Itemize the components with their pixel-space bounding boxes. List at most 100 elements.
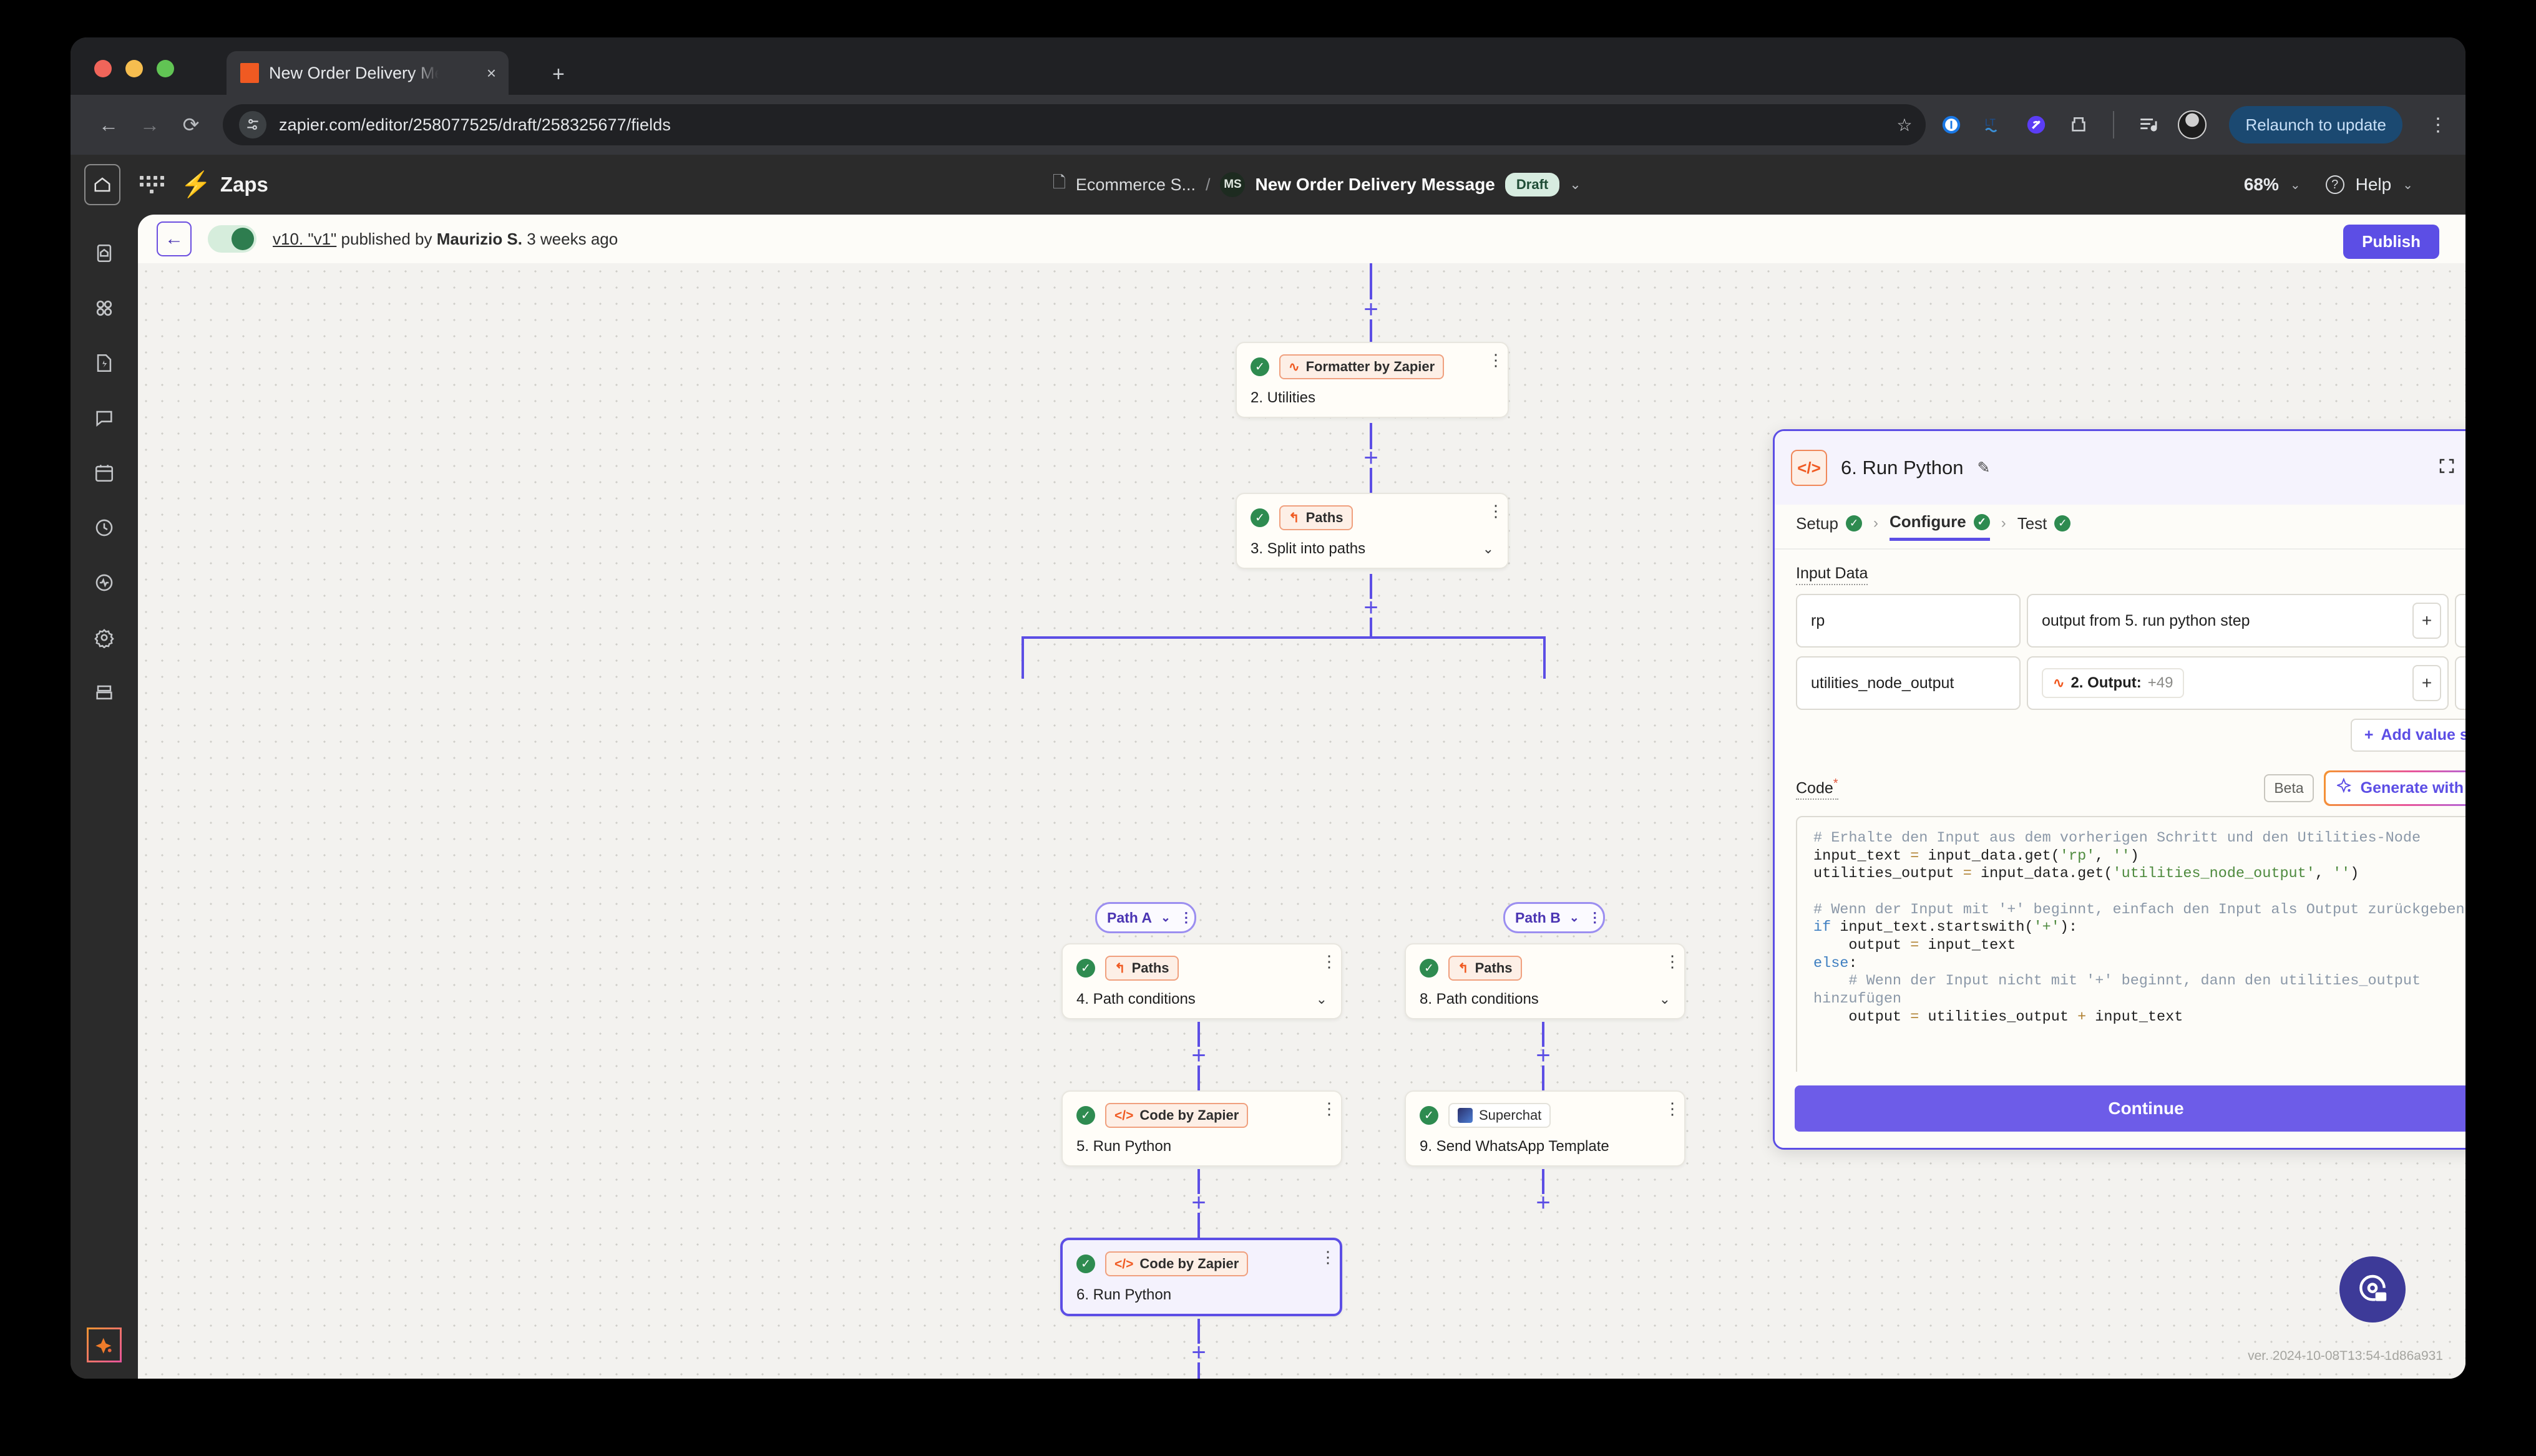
status-check-icon: ✓ — [1076, 1255, 1095, 1273]
insert-field-button[interactable]: + — [2412, 665, 2441, 701]
browser-tab[interactable]: New Order Delivery Message × — [227, 51, 509, 95]
sidebar-item-settings[interactable] — [87, 620, 122, 655]
bookmark-star-icon[interactable]: ☆ — [1896, 115, 1912, 135]
remove-row-button[interactable]: × — [2455, 594, 2465, 648]
flow-node-5[interactable]: ✓ </> Code by Zapier ⋮ 5. Run Python — [1061, 1090, 1342, 1167]
help-circle-icon[interactable]: ? — [2325, 175, 2344, 194]
add-step-button[interactable]: + — [1363, 595, 1378, 620]
path-label: Path A — [1107, 909, 1152, 926]
profile-avatar[interactable] — [2178, 110, 2207, 139]
chevron-down-icon[interactable]: ⌄ — [1569, 911, 1579, 925]
flow-node-9[interactable]: ✓ Superchat ⋮ 9. Send WhatsApp Template — [1405, 1090, 1685, 1167]
tab-setup[interactable]: Setup ✓ — [1796, 514, 1862, 540]
add-step-button[interactable]: + — [1363, 297, 1378, 322]
input-value-field[interactable]: ∿ 2. Output: +49 + — [2027, 656, 2449, 710]
extensions-puzzle-icon[interactable] — [2065, 112, 2092, 138]
chevron-down-icon[interactable]: ⌄ — [1161, 911, 1171, 925]
add-step-button[interactable]: + — [1191, 1340, 1206, 1365]
continue-button[interactable]: Continue — [1795, 1085, 2465, 1132]
chevron-down-icon[interactable]: ⌄ — [1659, 991, 1670, 1007]
app-chip-label: Paths — [1305, 510, 1344, 525]
new-tab-button[interactable]: + — [552, 64, 565, 85]
path-pill-a[interactable]: Path A ⌄ ⋮ — [1095, 902, 1196, 933]
breadcrumb-project[interactable]: Ecommerce S... — [1076, 175, 1196, 195]
relaunch-to-update-button[interactable]: Relaunch to update — [2229, 106, 2402, 143]
panel-body[interactable]: Input Data rp output from 5. run python … — [1775, 550, 2465, 1099]
minimize-window-button[interactable] — [125, 60, 143, 77]
publish-button[interactable]: Publish — [2343, 225, 2439, 259]
ai-sparkle-icon[interactable] — [87, 1327, 122, 1362]
close-icon[interactable]: × — [487, 65, 496, 81]
address-bar[interactable]: zapier.com/editor/258077525/draft/258325… — [223, 104, 1926, 145]
status-check-icon: ✓ — [1251, 357, 1269, 376]
app-switcher-icon[interactable] — [137, 176, 167, 193]
onepassword-extension-icon[interactable] — [1938, 112, 1964, 138]
code-editor[interactable]: # Erhalte den Input aus dem vorherigen S… — [1796, 816, 2465, 1090]
chevron-down-icon[interactable]: ⌄ — [1569, 177, 1581, 193]
languagetool-extension-icon[interactable]: LT — [1981, 112, 2007, 138]
node-menu-icon[interactable]: ⋮ — [1320, 1249, 1336, 1264]
reload-icon[interactable]: ⟳ — [172, 105, 210, 144]
help-label[interactable]: Help — [2356, 175, 2392, 195]
zoom-level-value[interactable]: 68% — [2244, 175, 2279, 195]
node-menu-icon[interactable]: ⋮ — [1321, 1100, 1337, 1116]
sidebar-item-calendar[interactable] — [87, 455, 122, 490]
tab-test[interactable]: Test ✓ — [2017, 514, 2071, 540]
sidebar-item-activity[interactable] — [87, 565, 122, 600]
flow-node-6[interactable]: ✓ </> Code by Zapier ⋮ 6. Run Python — [1060, 1238, 1342, 1316]
chevron-down-icon[interactable]: ⌄ — [1316, 991, 1327, 1007]
scribe-extension-icon[interactable] — [2023, 112, 2049, 138]
add-value-set-button[interactable]: + Add value set — [2350, 719, 2465, 752]
version-link[interactable]: v10. "v1" — [273, 230, 336, 248]
browser-menu-icon[interactable]: ⋮ — [2429, 114, 2447, 136]
zap-enabled-toggle[interactable] — [208, 225, 256, 253]
reading-list-icon[interactable] — [2135, 112, 2162, 138]
sidebar-item-home[interactable] — [87, 236, 122, 271]
flow-node-2[interactable]: ✓ ∿ Formatter by Zapier ⋮ 2. Utilities — [1236, 342, 1509, 418]
sidebar-item-chat[interactable] — [87, 400, 122, 435]
node-menu-icon[interactable]: ⋮ — [1664, 1100, 1680, 1116]
add-step-button[interactable]: + — [1191, 1190, 1206, 1215]
node-menu-icon[interactable]: ⋮ — [1664, 953, 1680, 969]
flow-node-4[interactable]: ✓ ↰ Paths ⋮ 4. Path conditions ⌄ — [1061, 943, 1342, 1019]
path-menu-icon[interactable]: ⋮ — [1179, 911, 1193, 925]
site-settings-icon[interactable] — [239, 111, 266, 138]
sidebar-item-new-zap[interactable] — [87, 346, 122, 381]
sidebar-item-history[interactable] — [87, 510, 122, 545]
back-icon[interactable]: ← — [89, 105, 128, 144]
insert-field-button[interactable]: + — [2412, 603, 2441, 639]
node-menu-icon[interactable]: ⋮ — [1321, 953, 1337, 969]
chevron-down-icon[interactable]: ⌄ — [2402, 177, 2413, 193]
forward-icon[interactable]: → — [130, 105, 169, 144]
add-step-button[interactable]: + — [1536, 1190, 1550, 1215]
remove-row-button[interactable]: × — [2455, 656, 2465, 710]
generate-with-ai-button[interactable]: Generate with AI — [2323, 770, 2465, 806]
flow-node-3[interactable]: ✓ ↰ Paths ⋮ 3. Split into paths ⌄ — [1236, 493, 1509, 569]
field-token[interactable]: ∿ 2. Output: +49 — [2042, 668, 2185, 698]
sidebar-item-tables[interactable] — [87, 675, 122, 710]
status-badge: Draft — [1505, 173, 1560, 197]
input-key-field[interactable]: utilities_node_output — [1796, 656, 2021, 710]
home-icon[interactable] — [84, 164, 120, 205]
add-step-button[interactable]: + — [1191, 1043, 1206, 1068]
node-menu-icon[interactable]: ⋮ — [1488, 503, 1504, 518]
add-step-button[interactable]: + — [1536, 1043, 1550, 1068]
path-pill-b[interactable]: Path B ⌄ ⋮ — [1503, 902, 1605, 933]
add-step-button[interactable]: + — [1363, 445, 1378, 470]
tab-configure[interactable]: Configure ✓ — [1889, 512, 1990, 541]
input-value-field[interactable]: output from 5. run python step + — [2027, 594, 2449, 648]
expand-icon[interactable] — [2437, 457, 2456, 480]
flow-node-8[interactable]: ✓ ↰ Paths ⋮ 8. Path conditions ⌄ — [1405, 943, 1685, 1019]
input-key-field[interactable]: rp — [1796, 594, 2021, 648]
pencil-icon[interactable]: ✎ — [1977, 459, 1990, 477]
chevron-down-icon[interactable]: ⌄ — [1483, 541, 1494, 557]
maximize-window-button[interactable] — [157, 60, 174, 77]
back-button[interactable]: ← — [157, 221, 192, 256]
chat-support-button[interactable] — [2339, 1256, 2406, 1323]
status-check-icon: ✓ — [1251, 508, 1269, 527]
sidebar-item-apps[interactable] — [87, 291, 122, 326]
node-menu-icon[interactable]: ⋮ — [1488, 352, 1504, 367]
close-window-button[interactable] — [94, 60, 112, 77]
path-menu-icon[interactable]: ⋮ — [1588, 911, 1602, 925]
chevron-down-icon[interactable]: ⌄ — [2290, 177, 2301, 193]
